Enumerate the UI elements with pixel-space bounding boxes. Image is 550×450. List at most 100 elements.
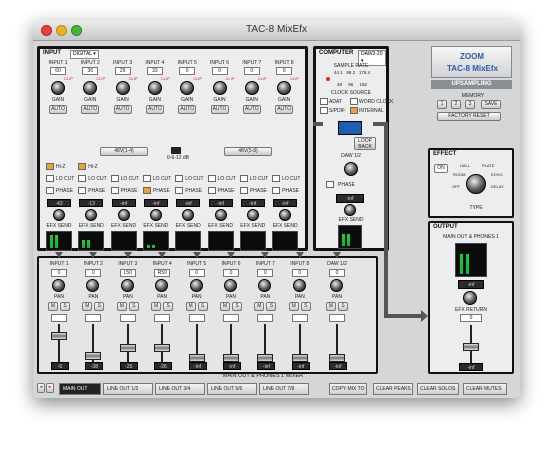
effect-on-button[interactable]: ON (434, 164, 448, 173)
efx-send-knob[interactable] (117, 209, 130, 221)
gain-knob[interactable] (51, 81, 65, 95)
pan-knob[interactable] (292, 279, 306, 292)
copy-mix-to-button[interactable]: COPY MIX TO (329, 383, 367, 395)
phase-checkbox[interactable] (46, 187, 54, 194)
factory-reset-button[interactable]: FACTORY RESET (437, 112, 501, 121)
auto-button[interactable]: AUTO (242, 105, 261, 114)
solo-button[interactable]: S (163, 302, 174, 311)
tab-line-out-3-4[interactable]: LINE OUT 3/4 (155, 383, 205, 395)
locut-checkbox[interactable] (272, 175, 281, 182)
mute-button[interactable]: M (326, 302, 336, 311)
solo-button[interactable]: S (128, 302, 139, 311)
gain-knob[interactable] (212, 81, 227, 95)
auto-button[interactable]: AUTO (178, 105, 197, 114)
efx-send-knob[interactable] (53, 209, 65, 221)
efx-send-knob[interactable] (246, 209, 259, 221)
efx-send-knob[interactable] (85, 209, 98, 221)
pan-knob[interactable] (224, 279, 237, 292)
fader-cap[interactable] (154, 344, 171, 352)
solo-button[interactable]: S (232, 302, 242, 311)
phase-checkbox[interactable] (175, 187, 184, 194)
internal-checkbox[interactable] (350, 107, 358, 114)
daw-phase-checkbox[interactable] (326, 181, 334, 188)
auto-button[interactable]: AUTO (113, 105, 132, 114)
rate-88-2[interactable]: 88.2 (346, 70, 355, 75)
auto-button[interactable]: AUTO (81, 105, 100, 114)
adat-checkbox[interactable] (320, 98, 328, 105)
solo-button[interactable]: S (197, 302, 208, 311)
efx-send-knob[interactable] (279, 209, 292, 221)
locut-checkbox[interactable] (110, 175, 119, 182)
tab-line-out-7-8[interactable]: LINE OUT 7/8 (259, 383, 309, 395)
loop-back-icon[interactable] (338, 121, 362, 135)
pan-knob[interactable] (155, 279, 169, 292)
memory-slot-3[interactable]: 3 (465, 100, 475, 109)
auto-button[interactable]: AUTO (275, 105, 294, 114)
solo-button[interactable]: S (266, 302, 277, 311)
pan-knob[interactable] (189, 279, 203, 292)
fader-cap[interactable] (119, 344, 136, 352)
tab-line-out-1-2[interactable]: LINE OUT 1/2 (103, 383, 153, 395)
save-button[interactable]: SAVE (481, 100, 501, 109)
tab-main-out[interactable]: MAIN OUT (59, 383, 101, 395)
solo-button[interactable]: S (60, 302, 70, 311)
fader-cap[interactable] (257, 354, 274, 362)
rate-96[interactable]: 96 (348, 82, 353, 87)
input-mode-select[interactable]: DIGITAL ▾ (70, 50, 99, 59)
loop-back-button[interactable]: LOOP BACK (354, 137, 376, 150)
efx-send-knob[interactable] (214, 209, 227, 221)
mute-button[interactable]: M (288, 302, 299, 311)
rate-176-4[interactable]: 176.4 (359, 70, 370, 75)
gain-knob[interactable] (115, 81, 130, 95)
locut-checkbox[interactable] (142, 175, 151, 182)
pad-switch[interactable] (171, 147, 181, 154)
output-fader[interactable] (463, 343, 479, 351)
fader-cap[interactable] (223, 354, 239, 362)
locut-checkbox[interactable] (239, 175, 248, 182)
memory-slot-2[interactable]: 2 (451, 100, 461, 109)
auto-button[interactable]: AUTO (210, 105, 229, 114)
pan-knob[interactable] (86, 279, 100, 292)
rate-192[interactable]: 192 (360, 82, 368, 87)
gain-knob[interactable] (83, 81, 98, 95)
fader-cap[interactable] (291, 354, 308, 362)
pan-knob[interactable] (52, 279, 65, 292)
clear-solos-button[interactable]: CLEAR SOLOS (417, 383, 459, 395)
efx-return-knob[interactable] (463, 291, 477, 305)
effect-type-knob[interactable] (466, 174, 486, 194)
hiz-checkbox[interactable] (78, 163, 87, 170)
mute-button[interactable]: M (48, 302, 58, 311)
phase-checkbox[interactable] (78, 187, 87, 194)
daw-efx-send-knob[interactable] (344, 204, 356, 216)
spdif-checkbox[interactable] (320, 107, 328, 114)
phase-checkbox[interactable] (272, 187, 281, 194)
word-clock-checkbox[interactable] (350, 98, 358, 105)
locut-checkbox[interactable] (207, 175, 216, 182)
upsampling-label[interactable]: UPSAMPLING (431, 80, 512, 89)
phase-checkbox[interactable] (239, 187, 248, 194)
mute-button[interactable]: M (254, 302, 265, 311)
daw-knob[interactable] (344, 162, 358, 176)
tab-line-out-5-6[interactable]: LINE OUT 5/6 (207, 383, 257, 395)
pan-knob[interactable] (330, 279, 343, 292)
locut-checkbox[interactable] (78, 175, 87, 182)
phase-checkbox[interactable] (110, 187, 119, 194)
efx-send-knob[interactable] (149, 209, 162, 221)
rate-48[interactable]: 48 (337, 82, 342, 87)
mute-button[interactable]: M (185, 302, 196, 311)
locut-checkbox[interactable] (46, 175, 54, 182)
efx-send-knob[interactable] (182, 209, 195, 221)
gain-knob[interactable] (180, 81, 195, 95)
phase-checkbox[interactable] (142, 187, 151, 194)
clear-mutes-button[interactable]: CLEAR MUTES (463, 383, 507, 395)
mute-button[interactable]: M (116, 302, 127, 311)
fader-cap[interactable] (188, 354, 205, 362)
gain-knob[interactable] (277, 81, 292, 95)
gain-knob[interactable] (244, 81, 259, 95)
mute-button[interactable]: M (151, 302, 162, 311)
pan-knob[interactable] (120, 279, 134, 292)
auto-button[interactable]: AUTO (145, 105, 164, 114)
tab-prev-button[interactable]: ◂ (37, 383, 45, 393)
solo-button[interactable]: S (300, 302, 311, 311)
fader-cap[interactable] (329, 354, 345, 362)
